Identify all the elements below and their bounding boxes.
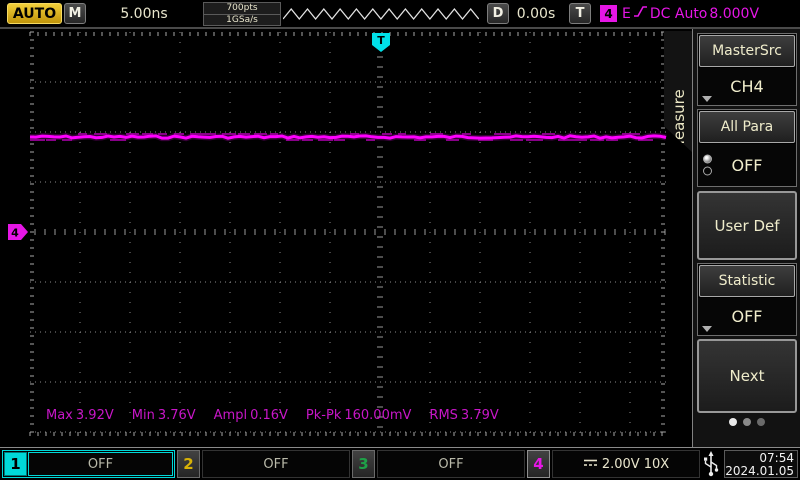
- menu-page-indicator: [697, 418, 797, 426]
- svg-text:T: T: [377, 34, 385, 47]
- channel-2-status: OFF: [202, 450, 350, 478]
- usb-device-icon: [700, 450, 722, 478]
- trigger-info-readout: E DC Auto 8.000V: [622, 5, 759, 22]
- channel-4-badge: 4: [527, 450, 550, 478]
- measurement-ampl: Ampl 0.16V: [213, 408, 288, 423]
- all-para-value[interactable]: OFF: [698, 144, 796, 186]
- date: 2024.01.05: [725, 464, 794, 478]
- channel-2-box[interactable]: 2 OFF: [177, 450, 350, 478]
- master-src-button[interactable]: MasterSrc: [699, 35, 795, 67]
- channel-4-status: 2.00V 10X: [552, 450, 700, 478]
- chevron-down-icon: [702, 96, 712, 102]
- rising-edge-icon: [633, 4, 648, 23]
- measure-softkey-menu: MasterSrc CH4 All Para OFF User Def Stat…: [692, 29, 800, 447]
- measurement-max: Max 3.92V: [46, 408, 114, 423]
- next-page-button[interactable]: Next: [697, 339, 797, 413]
- measurement-results-row: Max 3.92V Min 3.76V Ampl 0.16V Pk-Pk 160.00m…: [46, 408, 499, 423]
- trigger-menu-button[interactable]: T: [569, 3, 591, 24]
- measurement-pkpk: Pk-Pk 160.00mV: [305, 408, 412, 423]
- measurement-min: Min 3.76V: [131, 408, 196, 423]
- channel-3-status: OFF: [377, 450, 525, 478]
- run-mode-auto-button[interactable]: AUTO: [7, 3, 62, 24]
- dc-coupling-icon: [583, 457, 598, 472]
- channel-3-badge: 3: [352, 450, 375, 478]
- trigger-delay-readout: 0.00s: [516, 6, 556, 22]
- page-dot-1: [729, 418, 737, 426]
- user-def-button[interactable]: User Def: [697, 191, 797, 260]
- trigger-source-badge: 4: [600, 5, 617, 22]
- statistic-value[interactable]: OFF: [698, 298, 796, 335]
- channel-1-badge: 1: [4, 452, 27, 476]
- memory-depth: 700pts: [203, 2, 281, 14]
- all-para-group: All Para OFF: [697, 109, 797, 187]
- channel-4-box[interactable]: 4 2.00V 10X: [527, 450, 700, 478]
- statistic-button[interactable]: Statistic: [699, 265, 795, 297]
- oscilloscope-screen: T4 AUTO M 5.00ns 700pts 1GSa/s D 0.00s T…: [0, 0, 800, 480]
- timebase-readout: 5.00ns: [120, 6, 168, 22]
- radio-indicator-icons: [703, 154, 712, 176]
- chevron-down-icon: [702, 326, 712, 332]
- trigger-coupling-mode: DC Auto: [649, 5, 708, 22]
- channel-status-bar: 1 OFF 2 OFF 3 OFF 4 2.00V 10X 07:54 2024…: [0, 447, 800, 480]
- top-status-bar: AUTO M 5.00ns 700pts 1GSa/s D 0.00s T 4 …: [0, 0, 800, 29]
- all-para-button[interactable]: All Para: [699, 111, 795, 143]
- channel-1-status: OFF: [28, 452, 173, 476]
- statistic-group: Statistic OFF: [697, 263, 797, 336]
- page-dot-3: [757, 418, 765, 426]
- page-dot-2: [743, 418, 751, 426]
- channel-3-box[interactable]: 3 OFF: [352, 450, 525, 478]
- sample-rate: 1GSa/s: [203, 14, 281, 26]
- radio-selected-icon: [703, 154, 712, 164]
- channel-1-box[interactable]: 1 OFF: [2, 450, 175, 478]
- trigger-level: 8.000V: [709, 5, 760, 22]
- trigger-type: E: [622, 5, 631, 22]
- measurement-rms: RMS 3.79V: [429, 408, 499, 423]
- svg-text:4: 4: [11, 227, 19, 240]
- delay-menu-button[interactable]: D: [487, 3, 509, 24]
- clock-readout: 07:54 2024.01.05: [724, 450, 798, 478]
- waveform-memory-icon: [282, 5, 480, 27]
- master-src-value[interactable]: CH4: [698, 68, 796, 105]
- radio-unselected-icon: [703, 166, 712, 176]
- horizontal-menu-button[interactable]: M: [64, 3, 86, 24]
- acquisition-info-box: 700pts 1GSa/s: [203, 2, 281, 26]
- channel-2-badge: 2: [177, 450, 200, 478]
- master-src-group: MasterSrc CH4: [697, 33, 797, 106]
